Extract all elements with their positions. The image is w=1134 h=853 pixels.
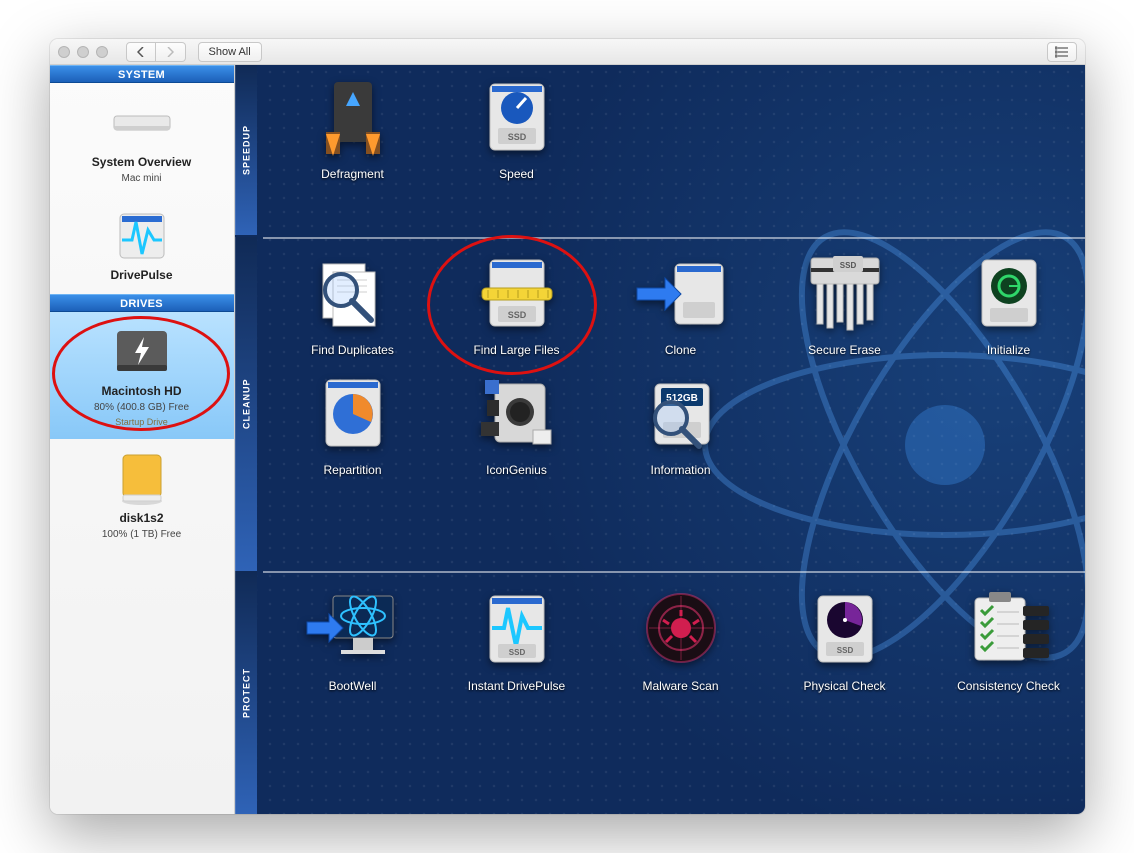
physical-check-icon: SSD [795, 585, 895, 673]
divider [263, 571, 1085, 573]
divider [263, 237, 1085, 239]
tool-find-duplicates[interactable]: Find Duplicates [273, 245, 433, 357]
secure-erase-icon: SSD [795, 249, 895, 337]
svg-text:SSD: SSD [507, 310, 526, 320]
speed-icon: SSD [467, 73, 567, 161]
sidebar-item-macintosh-hd[interactable]: Macintosh HD 80% (400.8 GB) Free Startup… [50, 312, 234, 439]
sidebar-item-disk1s2[interactable]: disk1s2 100% (1 TB) Free [50, 439, 234, 552]
tool-speed[interactable]: SSD Speed [437, 69, 597, 181]
sidebar-item-label: System Overview [92, 155, 191, 169]
sidebar-item-label: DrivePulse [110, 268, 172, 282]
tool-label: Clone [665, 343, 696, 357]
svg-text:SSD: SSD [839, 261, 856, 270]
tool-repartition[interactable]: Repartition [273, 365, 433, 477]
sidebar-item-sublabel: Mac mini [121, 173, 161, 184]
tool-label: Find Large Files [473, 343, 559, 357]
tool-label: Physical Check [803, 679, 885, 693]
svg-text:SSD: SSD [836, 646, 853, 655]
content-area: SPEEDUP Defragment SSD Speed CLEANUP [235, 65, 1085, 814]
titlebar: Show All [50, 39, 1085, 65]
traffic-lights [58, 46, 108, 58]
section-speedup: Defragment SSD Speed [263, 65, 1085, 185]
consistency-check-icon [959, 585, 1059, 673]
tool-initialize[interactable]: Initialize [929, 245, 1085, 357]
tool-bootwell[interactable]: BootWell [273, 581, 433, 693]
sidebar-item-note: Startup Drive [115, 417, 168, 427]
find-duplicates-icon [303, 249, 403, 337]
tool-label: Find Duplicates [311, 343, 394, 357]
tool-consistency-check[interactable]: Consistency Check [929, 581, 1085, 693]
tool-label: IconGenius [486, 463, 547, 477]
tool-label: Repartition [323, 463, 381, 477]
section-label-cleanup: CLEANUP [235, 237, 257, 571]
icongenius-icon [467, 369, 567, 457]
section-label-speedup: SPEEDUP [235, 65, 257, 235]
list-view-button[interactable] [1047, 42, 1077, 62]
forward-button[interactable] [156, 42, 186, 62]
malware-scan-icon [631, 585, 731, 673]
find-large-files-icon: SSD [467, 249, 567, 337]
repartition-icon [303, 369, 403, 457]
defragment-icon [303, 73, 403, 161]
minimize-icon[interactable] [77, 46, 89, 58]
show-all-button[interactable]: Show All [198, 42, 262, 62]
svg-text:SSD: SSD [508, 648, 525, 657]
thunderbolt-drive-icon [107, 324, 177, 380]
mac-mini-icon [107, 95, 177, 151]
tool-label: Defragment [321, 167, 384, 181]
nav-buttons [126, 42, 186, 62]
sidebar-item-sublabel: 80% (400.8 GB) Free [94, 402, 189, 413]
tool-instant-drivepulse[interactable]: SSD Instant DrivePulse [437, 581, 597, 693]
sidebar-section-drives: DRIVES [50, 294, 234, 312]
drivepulse-icon [107, 208, 177, 264]
tool-label: Information [650, 463, 710, 477]
tool-secure-erase[interactable]: SSD Secure Erase [765, 245, 925, 357]
sidebar-section-system: SYSTEM [50, 65, 234, 83]
external-drive-icon [107, 451, 177, 507]
information-icon: 512GB [631, 369, 731, 457]
sidebar-item-label: Macintosh HD [101, 384, 181, 398]
section-label-protect: PROTECT [235, 571, 257, 814]
tool-label: Instant DrivePulse [468, 679, 565, 693]
sidebar-item-label: disk1s2 [119, 511, 163, 525]
tool-label: Secure Erase [808, 343, 881, 357]
tool-label: Malware Scan [642, 679, 718, 693]
instant-drivepulse-icon: SSD [467, 585, 567, 673]
sidebar-item-drivepulse[interactable]: DrivePulse [50, 196, 234, 294]
tool-label: Speed [499, 167, 534, 181]
sidebar: SYSTEM System Overview Mac mini DrivePul… [50, 65, 235, 814]
app-window: Show All SYSTEM System Overview Mac mini… [50, 39, 1085, 814]
zoom-icon[interactable] [96, 46, 108, 58]
initialize-icon [959, 249, 1059, 337]
tool-icongenius[interactable]: IconGenius [437, 365, 597, 477]
tool-find-large-files[interactable]: SSD Find Large Files [437, 245, 597, 357]
tool-clone[interactable]: Clone [601, 245, 761, 357]
sidebar-item-system-overview[interactable]: System Overview Mac mini [50, 83, 234, 196]
sidebar-item-sublabel: 100% (1 TB) Free [102, 529, 181, 540]
tool-information[interactable]: 512GB Information [601, 365, 761, 477]
tool-label: BootWell [329, 679, 377, 693]
tool-malware-scan[interactable]: Malware Scan [601, 581, 761, 693]
clone-icon [631, 249, 731, 337]
tool-defragment[interactable]: Defragment [273, 69, 433, 181]
tool-physical-check[interactable]: SSD Physical Check [765, 581, 925, 693]
back-button[interactable] [126, 42, 156, 62]
close-icon[interactable] [58, 46, 70, 58]
svg-text:SSD: SSD [507, 132, 526, 142]
tool-label: Initialize [987, 343, 1030, 357]
bootwell-icon [303, 585, 403, 673]
section-protect: BootWell SSD Instant DrivePulse Malware … [263, 577, 1085, 697]
section-cleanup: Find Duplicates SSD Find Large Files Clo… [263, 241, 1085, 481]
tool-label: Consistency Check [957, 679, 1060, 693]
